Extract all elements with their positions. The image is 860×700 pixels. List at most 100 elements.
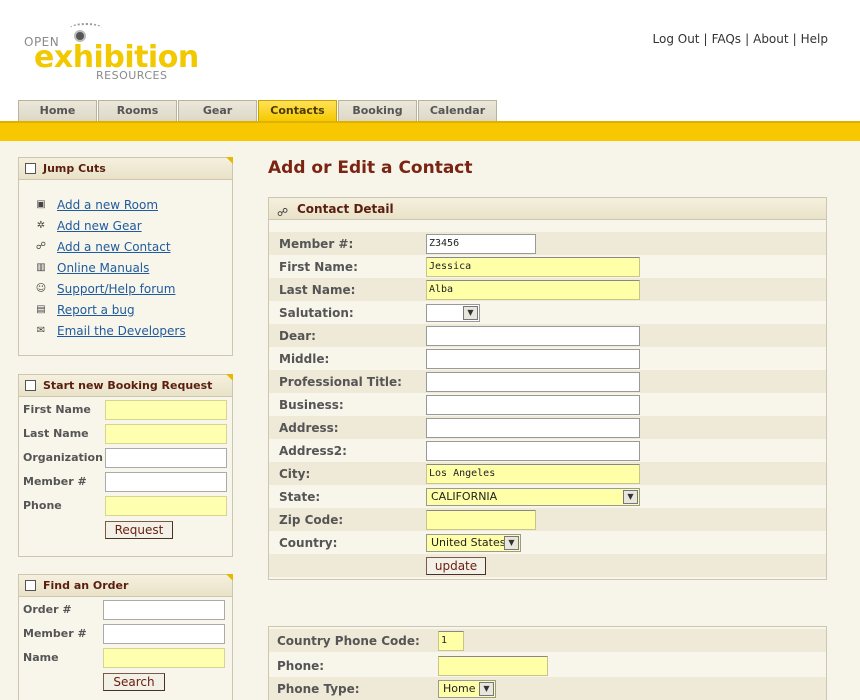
logo-resources: RESOURCES — [96, 69, 168, 82]
phone-type-row: Phone Type: Home ▼ — [269, 677, 826, 700]
zip-input[interactable] — [426, 510, 536, 530]
address-input[interactable] — [426, 418, 640, 438]
report-bug-link[interactable]: Report a bug — [57, 303, 135, 317]
main-nav-tabs: Home Rooms Gear Contacts Booking Calenda… — [18, 100, 498, 122]
box-corner — [226, 574, 233, 581]
country-select[interactable]: United States ▼ — [426, 534, 521, 552]
envelope-icon: ✉ — [36, 324, 46, 336]
booking-last-name-input[interactable] — [105, 424, 227, 444]
state-select[interactable]: CALIFORNIA ▼ — [426, 488, 640, 506]
list-item: ▤ Report a bug — [35, 299, 232, 320]
first-name-label: First Name: — [279, 260, 358, 274]
booking-member-row: Member # — [19, 470, 232, 494]
state-label: State: — [279, 490, 321, 504]
nav-accent-bar — [0, 121, 860, 141]
order-number-input[interactable] — [103, 600, 225, 620]
list-item: ✲ Add new Gear — [35, 215, 232, 236]
booking-member-label: Member # — [23, 475, 87, 488]
booking-organization-input[interactable] — [105, 448, 227, 468]
salutation-row: Salutation: ▼ — [269, 301, 826, 324]
country-value: United States — [431, 536, 506, 549]
booking-organization-row: Organization — [19, 446, 232, 470]
add-contact-link[interactable]: Add a new Contact — [57, 240, 171, 254]
last-name-row: Last Name: Alba — [269, 278, 826, 301]
about-link[interactable]: About — [753, 32, 788, 46]
phone-type-value: Home — [443, 682, 476, 695]
chevron-down-icon: ▼ — [479, 682, 494, 696]
address2-input[interactable] — [426, 441, 640, 461]
first-name-input[interactable]: Jessica — [426, 257, 640, 277]
logout-link[interactable]: Log Out — [653, 32, 700, 46]
list-item: ✉ Email the Developers — [35, 320, 232, 341]
update-button[interactable]: update — [426, 557, 486, 575]
order-name-label: Name — [23, 651, 59, 664]
order-name-input[interactable] — [103, 648, 225, 668]
salutation-select[interactable]: ▼ — [426, 304, 480, 322]
country-phone-code-input[interactable]: 1 — [438, 631, 464, 651]
middle-input[interactable] — [426, 349, 640, 369]
city-label: City: — [279, 467, 311, 481]
film-icon — [25, 163, 36, 174]
order-number-row: Order # — [19, 598, 232, 622]
city-row: City: Los Angeles — [269, 462, 826, 485]
city-input[interactable]: Los Angeles — [426, 464, 640, 484]
zip-row: Zip Code: — [269, 508, 826, 531]
last-name-input[interactable]: Alba — [426, 280, 640, 300]
zip-label: Zip Code: — [279, 513, 344, 527]
tab-contacts[interactable]: Contacts — [258, 100, 337, 121]
order-member-label: Member # — [23, 627, 87, 640]
member-input[interactable]: Z3456 — [426, 234, 536, 254]
member-label: Member #: — [279, 237, 354, 251]
address2-label: Address2: — [279, 444, 347, 458]
booking-first-name-row: First Name — [19, 398, 232, 422]
tab-home[interactable]: Home — [18, 100, 97, 121]
address-row: Address: — [269, 416, 826, 439]
email-developers-link[interactable]: Email the Developers — [57, 324, 186, 338]
list-item: ▣ Add a new Room — [35, 194, 232, 215]
notepad-icon — [25, 580, 36, 591]
search-button[interactable]: Search — [103, 673, 165, 691]
tab-rooms[interactable]: Rooms — [98, 100, 177, 121]
update-row: update — [269, 554, 826, 577]
contact-detail-header: ☍ Contact Detail — [269, 198, 826, 220]
contact-detail-panel: ☍ Contact Detail Member #: Z3456 First Na… — [268, 197, 827, 580]
add-gear-link[interactable]: Add new Gear — [57, 219, 142, 233]
phone-type-select[interactable]: Home ▼ — [438, 680, 496, 698]
help-link[interactable]: Help — [801, 32, 828, 46]
add-room-link[interactable]: Add a new Room — [57, 198, 158, 212]
booking-member-input[interactable] — [105, 472, 227, 492]
professional-title-input[interactable] — [426, 372, 640, 392]
middle-label: Middle: — [279, 352, 330, 366]
booking-first-name-input[interactable] — [105, 400, 227, 420]
order-member-row: Member # — [19, 622, 232, 646]
box-corner — [226, 157, 233, 164]
top-links: Log Out | FAQs | About | Help — [652, 32, 829, 46]
first-name-row: First Name: Jessica — [269, 255, 826, 278]
country-phone-code-row: Country Phone Code: 1 — [269, 629, 826, 652]
tab-booking[interactable]: Booking — [338, 100, 417, 121]
business-input[interactable] — [426, 395, 640, 415]
dear-input[interactable] — [426, 326, 640, 346]
jump-cuts-header: Jump Cuts — [19, 157, 233, 180]
request-button[interactable]: Request — [105, 521, 173, 539]
jump-cuts-list: ▣ Add a new Room ✲ Add new Gear ☍ Add a new… — [19, 180, 232, 341]
state-value: CALIFORNIA — [431, 490, 498, 503]
online-manuals-link[interactable]: Online Manuals — [57, 261, 149, 275]
booking-phone-input[interactable] — [105, 496, 227, 516]
tab-gear[interactable]: Gear — [178, 100, 257, 121]
list-item: ☺ Support/Help forum — [35, 278, 232, 299]
contact-detail-title: Contact Detail — [297, 202, 394, 216]
booking-last-name-row: Last Name — [19, 422, 232, 446]
order-name-row: Name — [19, 646, 232, 670]
phone-input[interactable] — [438, 656, 548, 676]
dear-label: Dear: — [279, 329, 316, 343]
faqs-link[interactable]: FAQs — [712, 32, 742, 46]
order-member-input[interactable] — [103, 624, 225, 644]
professional-title-row: Professional Title: — [269, 370, 826, 393]
state-row: State: CALIFORNIA ▼ — [269, 485, 826, 508]
phone-row: Phone: — [269, 652, 826, 677]
notepad-icon — [25, 380, 36, 391]
find-order-title: Find an Order — [43, 579, 129, 592]
tab-calendar[interactable]: Calendar — [418, 100, 497, 121]
support-forum-link[interactable]: Support/Help forum — [57, 282, 175, 296]
